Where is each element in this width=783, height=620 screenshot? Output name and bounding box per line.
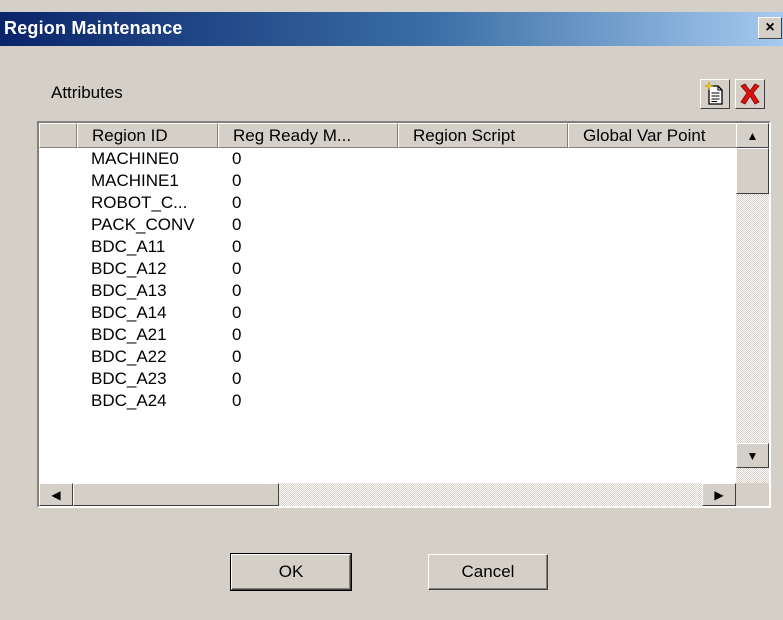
- table-row[interactable]: BDC_A22 0: [39, 346, 736, 368]
- region-id-cell: BDC_A13: [91, 281, 167, 300]
- scroll-right-button[interactable]: ▶: [702, 483, 736, 506]
- reg-ready-cell: 0: [232, 149, 242, 168]
- column-header-reg-ready[interactable]: Reg Ready M...: [218, 123, 398, 148]
- region-id-cell: PACK_CONV: [91, 215, 195, 234]
- reg-ready-cell: 0: [232, 347, 242, 366]
- arrow-up-icon: ▲: [746, 128, 759, 143]
- arrow-left-icon: ◀: [51, 487, 61, 502]
- region-id-cell: BDC_A12: [91, 259, 167, 278]
- table-row[interactable]: BDC_A24 0: [39, 390, 736, 412]
- reg-ready-cell: 0: [232, 193, 242, 212]
- delete-x-icon: [740, 83, 760, 105]
- title-bar: Region Maintenance ×: [0, 12, 783, 46]
- new-record-button[interactable]: [700, 79, 730, 109]
- grid-header: Region ID Reg Ready M... Region Script G…: [39, 123, 739, 148]
- arrow-down-icon: ▼: [746, 448, 759, 463]
- table-row[interactable]: BDC_A21 0: [39, 324, 736, 346]
- table-row[interactable]: BDC_A11 0: [39, 236, 736, 258]
- table-row[interactable]: BDC_A12 0: [39, 258, 736, 280]
- scroll-left-button[interactable]: ◀: [39, 483, 73, 506]
- reg-ready-cell: 0: [232, 259, 242, 278]
- reg-ready-cell: 0: [232, 171, 242, 190]
- new-document-icon: [704, 81, 723, 105]
- close-button[interactable]: ×: [758, 17, 782, 39]
- table-row[interactable]: BDC_A14 0: [39, 302, 736, 324]
- column-header-region-id[interactable]: Region ID: [77, 123, 218, 148]
- column-header-global-var[interactable]: Global Var Point: [568, 123, 738, 148]
- row-selector-header: [39, 123, 77, 148]
- horizontal-scroll-thumb[interactable]: [73, 483, 279, 506]
- table-row[interactable]: BDC_A23 0: [39, 368, 736, 390]
- horizontal-scrollbar[interactable]: ◀ ▶: [39, 483, 736, 506]
- vertical-scroll-thumb[interactable]: [736, 148, 769, 194]
- window-title: Region Maintenance: [4, 18, 183, 38]
- scroll-up-button[interactable]: ▲: [736, 123, 769, 148]
- reg-ready-cell: 0: [232, 391, 242, 410]
- close-icon: ×: [765, 19, 775, 36]
- table-row[interactable]: ROBOT_C... 0: [39, 192, 736, 214]
- reg-ready-cell: 0: [232, 237, 242, 256]
- table-row[interactable]: MACHINE1 0: [39, 170, 736, 192]
- region-id-cell: BDC_A24: [91, 391, 167, 410]
- region-id-cell: BDC_A22: [91, 347, 167, 366]
- attributes-grid[interactable]: Region ID Reg Ready M... Region Script G…: [37, 121, 771, 508]
- region-id-cell: BDC_A14: [91, 303, 167, 322]
- ok-button[interactable]: OK: [230, 553, 352, 591]
- delete-record-button[interactable]: [735, 79, 765, 109]
- table-row[interactable]: MACHINE0 0: [39, 148, 736, 170]
- region-id-cell: BDC_A21: [91, 325, 167, 344]
- scrollbar-corner: [736, 483, 769, 506]
- column-header-region-script[interactable]: Region Script: [398, 123, 568, 148]
- attributes-label: Attributes: [51, 83, 123, 102]
- reg-ready-cell: 0: [232, 215, 242, 234]
- reg-ready-cell: 0: [232, 369, 242, 388]
- region-id-cell: BDC_A23: [91, 369, 167, 388]
- table-row[interactable]: PACK_CONV 0: [39, 214, 736, 236]
- reg-ready-cell: 0: [232, 303, 242, 322]
- region-id-cell: MACHINE1: [91, 171, 179, 190]
- reg-ready-cell: 0: [232, 281, 242, 300]
- table-row[interactable]: BDC_A13 0: [39, 280, 736, 302]
- cancel-button[interactable]: Cancel: [428, 554, 548, 590]
- arrow-right-icon: ▶: [714, 487, 724, 502]
- region-id-cell: MACHINE0: [91, 149, 179, 168]
- region-id-cell: ROBOT_C...: [91, 193, 188, 212]
- region-id-cell: BDC_A11: [91, 237, 166, 256]
- grid-rows: MACHINE0 0 MACHINE1 0 ROBOT_C... 0 PACK_CON…: [39, 148, 736, 483]
- reg-ready-cell: 0: [232, 325, 242, 344]
- scroll-down-button[interactable]: ▼: [736, 443, 769, 468]
- vertical-scrollbar[interactable]: ▲ ▼: [736, 123, 769, 483]
